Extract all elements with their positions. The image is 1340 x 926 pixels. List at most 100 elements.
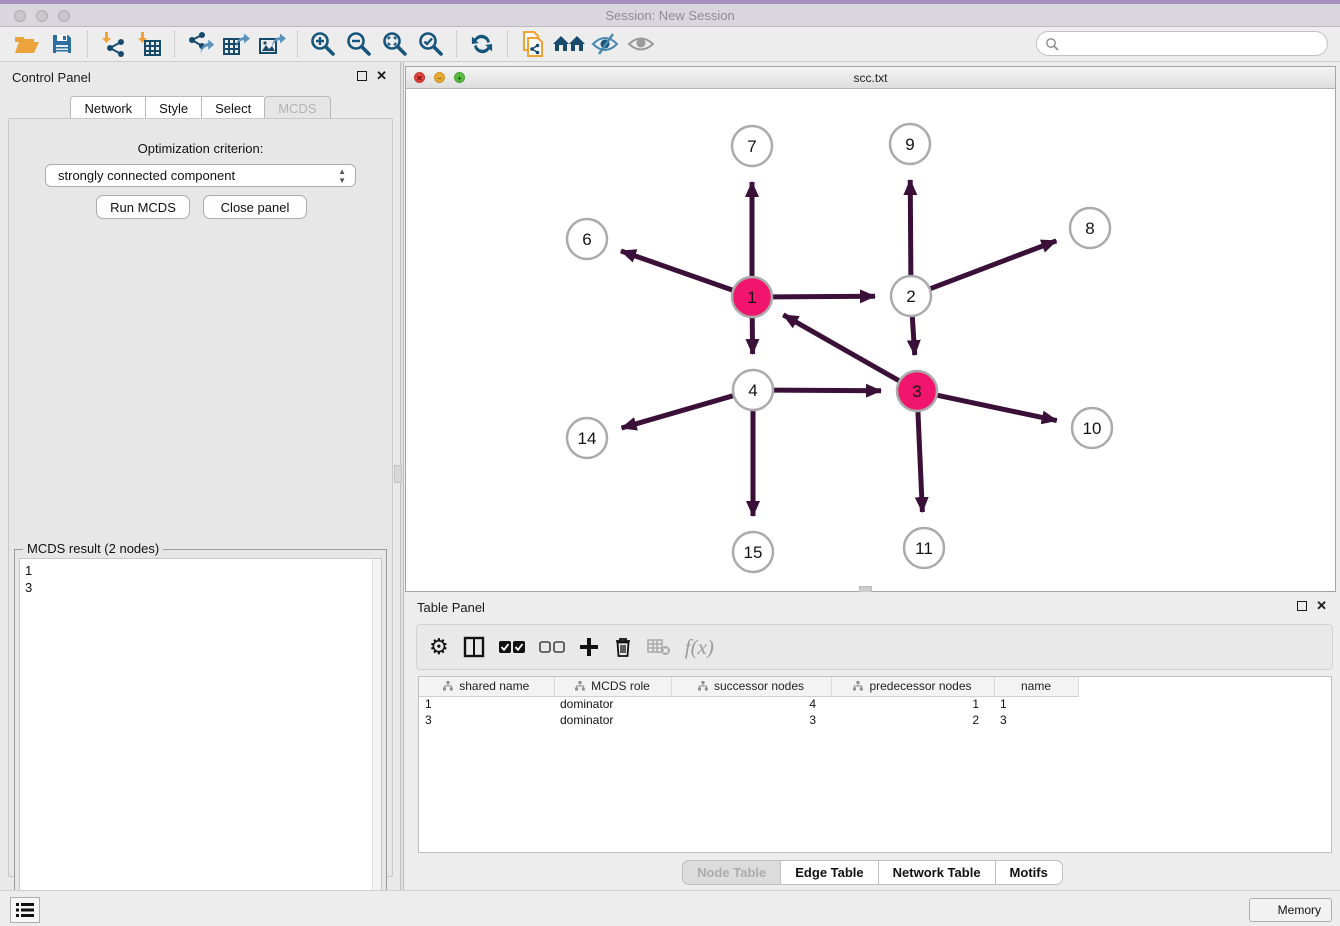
graph-edge-2-3[interactable] bbox=[912, 317, 914, 355]
memory-label: Memory bbox=[1278, 903, 1321, 917]
sort-hierarchy-icon bbox=[443, 681, 453, 691]
mcds-result-fieldset: MCDS result (2 nodes) 1 3 bbox=[14, 549, 387, 926]
task-history-button[interactable] bbox=[10, 897, 40, 923]
vertical-splitter-handle[interactable] bbox=[394, 465, 402, 483]
export-table-button[interactable] bbox=[218, 29, 254, 59]
result-scrollbar[interactable] bbox=[372, 559, 381, 925]
zoom-fit-icon bbox=[382, 31, 408, 57]
float-panel-icon[interactable] bbox=[357, 71, 367, 81]
sort-hierarchy-icon bbox=[853, 681, 863, 691]
memory-status-icon bbox=[1260, 904, 1272, 916]
sort-hierarchy-icon bbox=[698, 681, 708, 691]
tab-motifs[interactable]: Motifs bbox=[995, 860, 1063, 885]
delete-button[interactable] bbox=[613, 634, 633, 660]
main-toolbar bbox=[0, 27, 1340, 62]
duplicate-network-button[interactable] bbox=[515, 29, 551, 59]
refresh-layout-button[interactable] bbox=[464, 29, 500, 59]
toolbar-separator bbox=[174, 31, 175, 57]
titlebar[interactable]: Session: New Session bbox=[0, 4, 1340, 27]
chevron-up-down-icon: ▲▼ bbox=[338, 167, 346, 185]
table-row[interactable]: 1dominator411 bbox=[419, 696, 1331, 712]
cell-name: 1 bbox=[994, 696, 1078, 712]
home-view-button[interactable] bbox=[551, 29, 587, 59]
graph-edge-3-11[interactable] bbox=[918, 412, 922, 512]
float-table-panel-icon[interactable] bbox=[1297, 601, 1307, 611]
mcds-result-textarea[interactable]: 1 3 bbox=[19, 558, 382, 926]
cell-filler bbox=[1078, 696, 1331, 712]
column-header-shared-name[interactable]: shared name bbox=[419, 677, 554, 696]
graph-edge-2-8[interactable] bbox=[931, 241, 1057, 289]
zoom-out-icon bbox=[346, 31, 372, 57]
cell-mcds-role: dominator bbox=[554, 696, 671, 712]
zoom-out-button[interactable] bbox=[341, 29, 377, 59]
zoom-in-icon bbox=[310, 31, 336, 57]
selected-option: strongly connected component bbox=[58, 168, 235, 183]
cell-predecessor-nodes: 1 bbox=[831, 696, 994, 712]
column-header-predecessor-nodes[interactable]: predecessor nodes bbox=[831, 677, 994, 696]
hide-selected-button[interactable] bbox=[587, 29, 623, 59]
search-input[interactable] bbox=[1059, 34, 1327, 54]
graph-node-label-4: 4 bbox=[748, 381, 757, 400]
graph-edge-1-6[interactable] bbox=[621, 251, 732, 290]
open-file-button[interactable] bbox=[8, 29, 44, 59]
import-table-button[interactable] bbox=[131, 29, 167, 59]
save-session-button[interactable] bbox=[44, 29, 80, 59]
add-column-button[interactable] bbox=[579, 634, 599, 660]
optimization-criterion-select[interactable]: strongly connected component ▲▼ bbox=[45, 164, 356, 187]
table-tabs: Node Table Edge Table Network Table Moti… bbox=[405, 860, 1340, 885]
delete-table-button bbox=[647, 634, 671, 660]
close-table-panel-icon[interactable]: ✕ bbox=[1316, 598, 1327, 614]
columns-button[interactable] bbox=[463, 634, 485, 660]
columns-icon bbox=[463, 636, 485, 658]
select-all-icon bbox=[499, 641, 525, 654]
close-panel-icon[interactable]: ✕ bbox=[376, 68, 387, 84]
graph-edge-3-1[interactable] bbox=[783, 315, 898, 381]
tab-network-table[interactable]: Network Table bbox=[878, 860, 995, 885]
graph-edge-1-2[interactable] bbox=[773, 296, 875, 297]
export-network-button[interactable] bbox=[182, 29, 218, 59]
graph-edge-2-9[interactable] bbox=[910, 180, 911, 275]
zoom-selected-button[interactable] bbox=[413, 29, 449, 59]
export-network-icon bbox=[187, 31, 214, 57]
column-header-successor-nodes[interactable]: successor nodes bbox=[671, 677, 831, 696]
hide-selected-icon bbox=[591, 32, 619, 56]
table-toolbar: ⚙ f(x) bbox=[416, 624, 1333, 670]
run-mcds-button[interactable]: Run MCDS bbox=[96, 195, 190, 219]
toolbar-separator bbox=[297, 31, 298, 57]
show-all-button[interactable] bbox=[623, 29, 659, 59]
column-header-name[interactable]: name bbox=[994, 677, 1078, 696]
column-header-mcds-role[interactable]: MCDS role bbox=[554, 677, 671, 696]
close-panel-button[interactable]: Close panel bbox=[203, 195, 307, 219]
search-box[interactable] bbox=[1036, 31, 1328, 56]
graph-node-label-11: 11 bbox=[915, 539, 933, 558]
select-all-button[interactable] bbox=[499, 634, 525, 660]
table-panel-header: Table Panel ✕ bbox=[405, 592, 1340, 620]
status-bar: Memory bbox=[0, 890, 1340, 926]
graph-node-label-15: 15 bbox=[744, 543, 763, 562]
refresh-layout-icon bbox=[469, 31, 495, 57]
export-image-button[interactable] bbox=[254, 29, 290, 59]
memory-button[interactable]: Memory bbox=[1249, 898, 1332, 922]
application-window: Session: New Session bbox=[0, 0, 1340, 926]
graph-edge-3-10[interactable] bbox=[938, 395, 1057, 420]
cell-shared-name: 1 bbox=[419, 696, 554, 712]
cell-successor-nodes: 3 bbox=[671, 712, 831, 728]
graph-edge-4-14[interactable] bbox=[622, 396, 733, 428]
node-table[interactable]: shared name MCDS role successor nodes pr… bbox=[418, 676, 1332, 853]
network-canvas[interactable]: 7968124314101511 bbox=[406, 89, 1335, 592]
open-file-icon bbox=[13, 32, 40, 56]
network-view-window: ✕ − + scc.txt 7968124314101511 bbox=[405, 66, 1336, 592]
list-icon bbox=[16, 902, 34, 918]
zoom-in-button[interactable] bbox=[305, 29, 341, 59]
zoom-fit-button[interactable] bbox=[377, 29, 413, 59]
deselect-all-button[interactable] bbox=[539, 634, 565, 660]
gear-button[interactable]: ⚙ bbox=[429, 634, 449, 660]
table-row[interactable]: 3dominator323 bbox=[419, 712, 1331, 728]
graph-edge-4-3[interactable] bbox=[774, 390, 881, 391]
network-window-titlebar[interactable]: ✕ − + scc.txt bbox=[406, 67, 1335, 89]
duplicate-network-icon bbox=[520, 30, 546, 58]
import-network-button[interactable] bbox=[95, 29, 131, 59]
session-title: Session: New Session bbox=[0, 8, 1340, 23]
tab-edge-table[interactable]: Edge Table bbox=[780, 860, 877, 885]
tab-node-table[interactable]: Node Table bbox=[682, 860, 780, 885]
